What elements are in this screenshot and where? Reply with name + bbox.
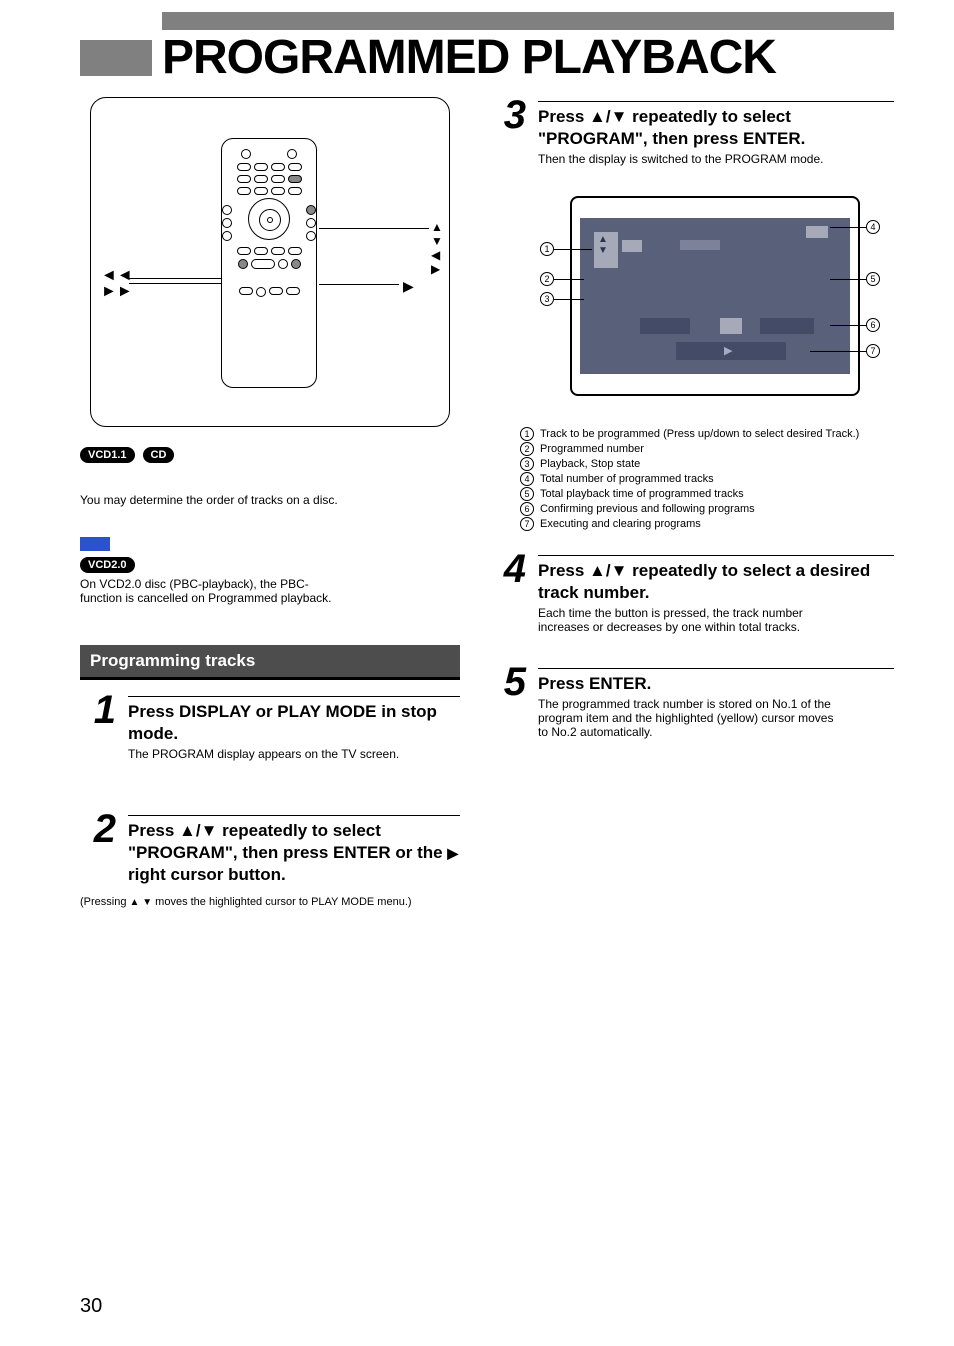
badge-caption: You may determine the order of tracks on… bbox=[80, 493, 460, 507]
step-3-text: Press / repeatedly to select "PROGRAM", … bbox=[538, 106, 894, 150]
step-2-footnote: (Pressing ▲ ▼ moves the highlighted curs… bbox=[80, 896, 460, 908]
step-5: 5 Press ENTER. The programmed track numb… bbox=[490, 664, 894, 739]
header-accent-block bbox=[80, 40, 152, 76]
step-1: 1 Press DISPLAY or PLAY MODE in stop mod… bbox=[80, 692, 460, 761]
step-4-text: Press / repeatedly to select a desired t… bbox=[538, 560, 894, 604]
header-accent-line bbox=[162, 12, 894, 30]
step-5-text: Press ENTER. bbox=[538, 673, 894, 695]
legend-6: Confirming previous and following progra… bbox=[540, 503, 755, 515]
badge-vcd11: VCD1.1 bbox=[80, 447, 135, 463]
page-title: PROGRAMMED PLAYBACK bbox=[162, 30, 894, 85]
badge-cd: CD bbox=[143, 447, 175, 463]
step-4: 4 Press / repeatedly to select a desired… bbox=[490, 551, 894, 634]
step-2-text: Press / repeatedly to select "PROGRAM", … bbox=[128, 820, 460, 886]
legend-5: Total playback time of programmed tracks bbox=[540, 488, 744, 500]
step-4-note: Each time the button is pressed, the tra… bbox=[538, 606, 894, 634]
step-3: 3 Press / repeatedly to select "PROGRAM"… bbox=[490, 97, 894, 166]
step-5-note: The programmed track number is stored on… bbox=[538, 697, 894, 739]
legend-7: Executing and clearing programs bbox=[540, 518, 701, 530]
legend-2: Programmed number bbox=[540, 443, 644, 455]
arrows-label: ▲ ▼ ◀ ▶ bbox=[431, 220, 449, 276]
legend-4: Total number of programmed tracks bbox=[540, 473, 714, 485]
vcd20-note: On VCD2.0 disc (PBC-playback), the PBC- … bbox=[80, 577, 460, 605]
header-bar: PROGRAMMED PLAYBACK bbox=[80, 30, 894, 85]
step-3-note: Then the display is switched to the PROG… bbox=[538, 152, 894, 166]
remote-dpad bbox=[248, 198, 290, 240]
step-2-number: 2 bbox=[80, 811, 116, 847]
page-number: 30 bbox=[80, 1295, 102, 1318]
skip-icons-label: ◄◄►► bbox=[101, 268, 133, 300]
step-2: 2 Press / repeatedly to select "PROGRAM"… bbox=[80, 811, 460, 886]
badge-vcd20: VCD2.0 bbox=[80, 557, 135, 573]
step-3-number: 3 bbox=[490, 97, 526, 133]
disc-badges: VCD1.1 CD bbox=[80, 447, 460, 463]
step-1-text: Press DISPLAY or PLAY MODE in stop mode. bbox=[128, 701, 460, 745]
step-5-number: 5 bbox=[490, 664, 526, 700]
blue-accent bbox=[80, 537, 110, 551]
programming-heading: Programming tracks bbox=[80, 645, 460, 680]
legend-3: Playback, Stop state bbox=[540, 458, 640, 470]
remote-illustration: ◄◄►► ▲ ▼ ◀ ▶ ▶ bbox=[90, 97, 450, 427]
step-4-number: 4 bbox=[490, 551, 526, 587]
step-1-note: The PROGRAM display appears on the TV sc… bbox=[128, 747, 460, 761]
diagram-legend: 1Track to be programmed (Press up/down t… bbox=[520, 426, 894, 531]
play-label: ▶ bbox=[403, 278, 414, 295]
legend-1: Track to be programmed (Press up/down to… bbox=[540, 428, 859, 440]
program-screen-diagram: ▲▼ ▶ 1 2 3 4 5 6 7 bbox=[540, 196, 880, 416]
remote-body bbox=[221, 138, 317, 388]
step-1-number: 1 bbox=[80, 692, 116, 728]
